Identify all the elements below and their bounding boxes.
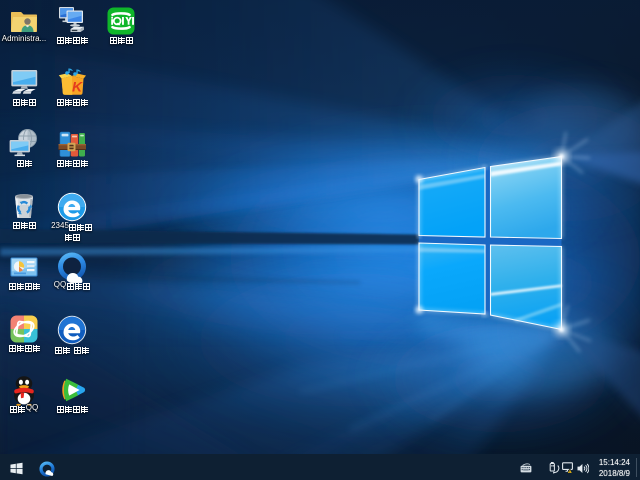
svg-text:K: K: [72, 78, 83, 94]
